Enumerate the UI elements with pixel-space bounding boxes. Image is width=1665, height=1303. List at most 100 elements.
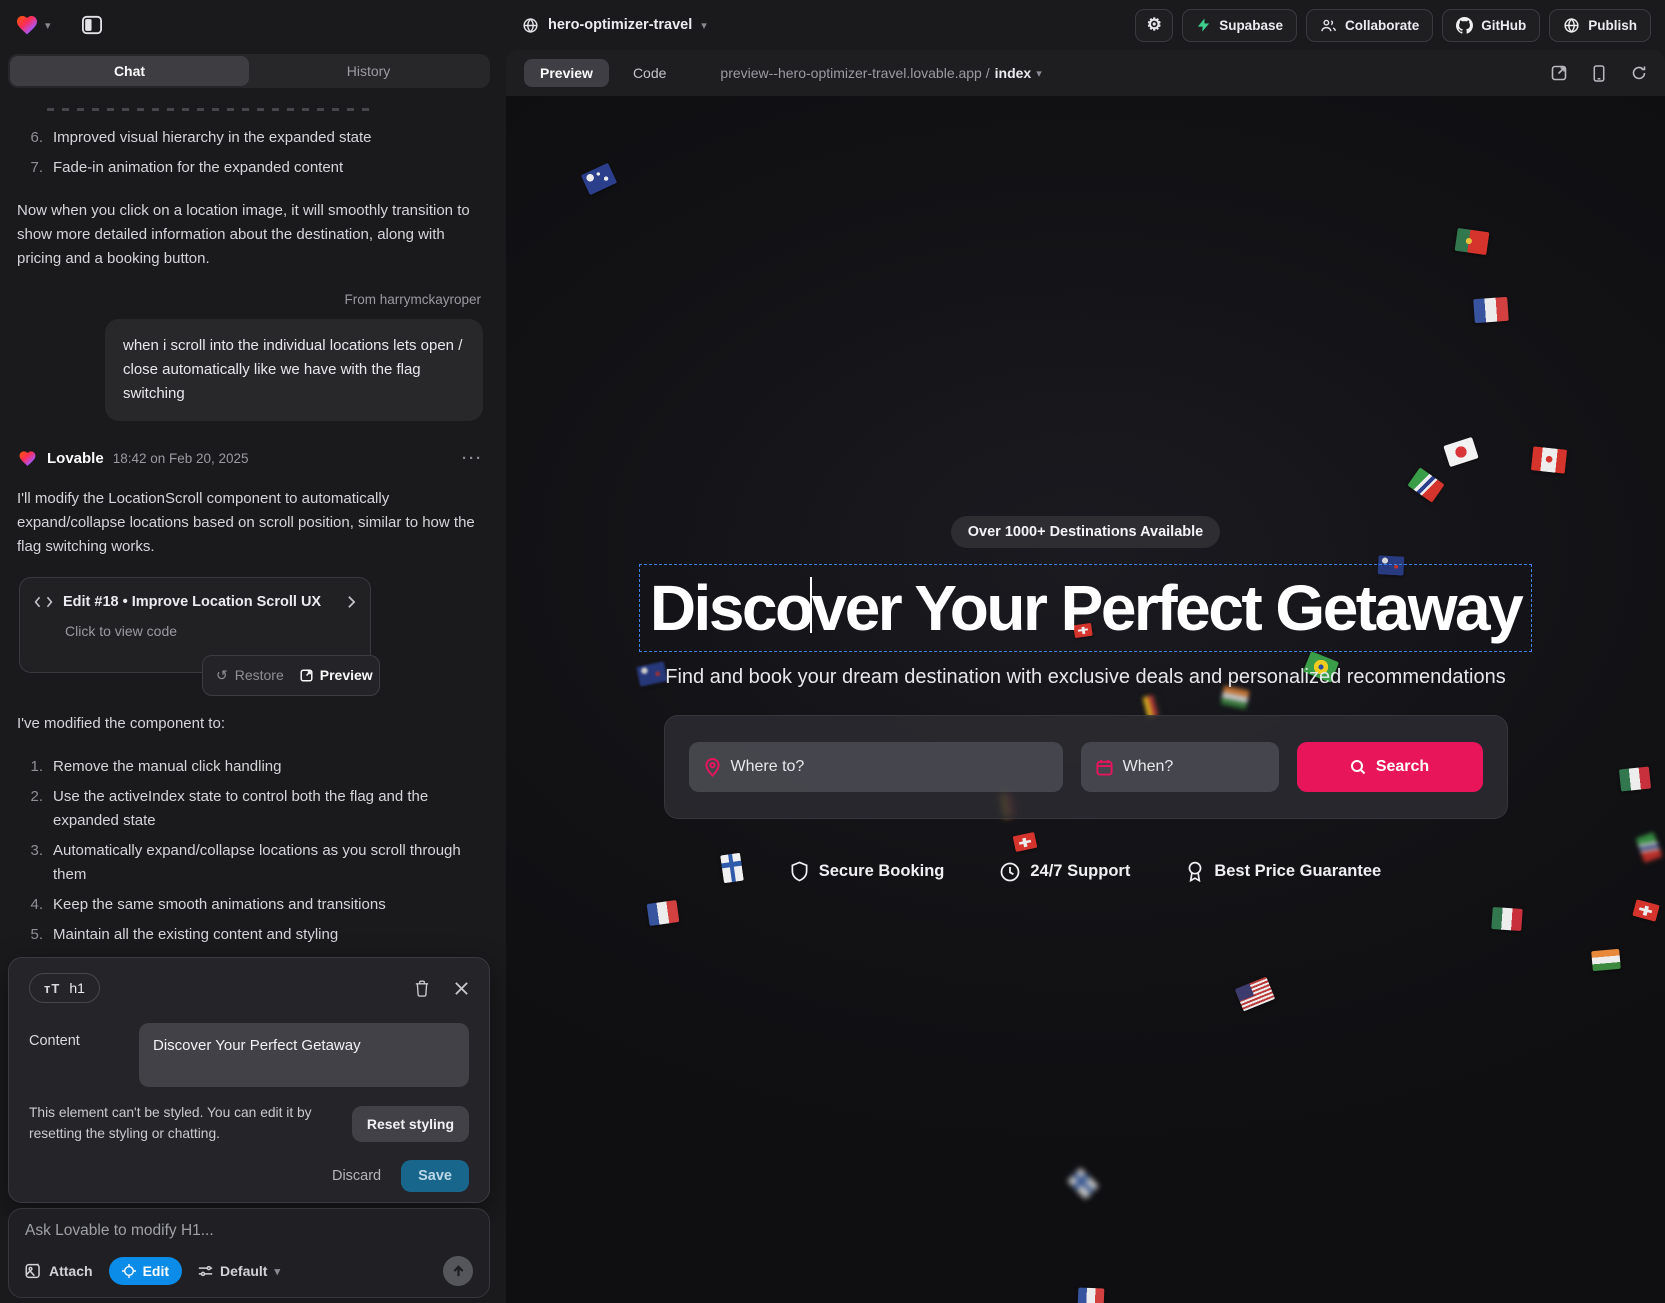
tab-preview[interactable]: Preview [524, 59, 609, 87]
app-root: ▾ hero-optimizer-travel ▾ ⚙ [0, 0, 1665, 1303]
flag-pt-icon [1455, 228, 1490, 255]
element-tag-badge: ᴛT h1 [29, 973, 100, 1003]
attach-button[interactable]: Attach [25, 1263, 93, 1279]
supabase-button[interactable]: Supabase [1182, 9, 1297, 42]
chat-input[interactable] [25, 1222, 473, 1240]
hero-section: Over 1000+ Destinations Available Discov… [506, 516, 1665, 882]
collaborate-button[interactable]: Collaborate [1306, 9, 1433, 42]
sidebar-tabs: Chat History [8, 54, 490, 88]
search-card: Where to? When? Search [664, 715, 1508, 819]
restore-button[interactable]: ↺ Restore [216, 664, 284, 686]
chevron-down-icon: ▾ [45, 19, 51, 32]
discard-button[interactable]: Discard [332, 1168, 381, 1184]
refresh-button[interactable] [1631, 65, 1647, 81]
send-button[interactable] [443, 1256, 473, 1286]
flag-ca-icon [1531, 446, 1567, 473]
settings-button[interactable]: ⚙ [1135, 9, 1173, 42]
project-switcher[interactable]: hero-optimizer-travel ▾ [522, 17, 707, 34]
publish-button[interactable]: Publish [1549, 9, 1651, 42]
chat-sidebar: Chat History 6. Improved visual hierarch… [0, 50, 500, 1303]
mode-selector[interactable]: Default ▾ [198, 1263, 280, 1279]
hero-subtitle: Find and book your dream destination wit… [665, 666, 1505, 689]
preview-viewport[interactable]: Over 1000+ Destinations Available Discov… [506, 96, 1665, 1303]
github-button[interactable]: GitHub [1442, 9, 1540, 42]
project-name: hero-optimizer-travel [548, 17, 692, 33]
when-input[interactable]: When? [1081, 742, 1279, 792]
list-item: 5. Maintain all the existing content and… [17, 920, 483, 950]
close-panel-button[interactable] [454, 981, 469, 996]
hero-title[interactable]: Discover Your Perfect Getaway [650, 571, 1521, 645]
search-button[interactable]: Search [1297, 742, 1483, 792]
chevron-down-icon: ▾ [1036, 67, 1042, 80]
url-page: index [995, 65, 1032, 81]
clipped-text-line [47, 108, 377, 111]
element-tag-name: h1 [69, 980, 85, 996]
calendar-icon [1096, 759, 1113, 776]
assistant-paragraph: I'll modify the LocationScroll component… [17, 487, 483, 559]
arrow-up-icon [452, 1265, 465, 1278]
topbar: ▾ hero-optimizer-travel ▾ ⚙ [0, 0, 1665, 50]
reset-styling-button[interactable]: Reset styling [352, 1106, 469, 1142]
preview-version-button[interactable]: Preview [300, 664, 373, 686]
styling-note: This element can't be styled. You can ed… [29, 1103, 339, 1144]
flag-mx-icon [1491, 907, 1522, 931]
edit-mode-button[interactable]: Edit [109, 1257, 182, 1285]
shield-icon [790, 861, 809, 882]
flag-in-icon [1591, 949, 1621, 971]
destinations-badge: Over 1000+ Destinations Available [951, 516, 1220, 548]
list-item: 2. Use the activeIndex state to control … [17, 782, 483, 836]
github-icon [1456, 17, 1473, 34]
sidebar-toggle-button[interactable] [75, 10, 109, 40]
tab-history[interactable]: History [249, 56, 488, 86]
message-menu-icon[interactable]: ··· [462, 447, 483, 471]
sidebar-panel-icon [81, 15, 103, 35]
chat-composer: Attach Edit Default ▾ [8, 1208, 490, 1298]
mobile-view-button[interactable] [1593, 65, 1605, 82]
restore-preview-pill: ↺ Restore Preview [202, 655, 380, 695]
lovable-logo-menu[interactable]: ▾ [14, 13, 51, 37]
restore-icon: ↺ [216, 664, 228, 686]
flag-fr-icon [1078, 1288, 1105, 1303]
message-author-label: From harrymckayroper [17, 289, 481, 311]
list-item: 1. Remove the manual click handling [17, 752, 483, 782]
save-button[interactable]: Save [401, 1160, 469, 1192]
open-in-new-tab-button[interactable] [1551, 65, 1567, 81]
feature-price-guarantee: Best Price Guarantee [1186, 861, 1381, 882]
feature-secure-booking: Secure Booking [790, 861, 945, 882]
assistant-header: Lovable 18:42 on Feb 20, 2025 ··· [17, 447, 483, 471]
content-input[interactable]: Discover Your Perfect Getaway [139, 1023, 469, 1087]
code-icon [34, 595, 53, 609]
message-timestamp: 18:42 on Feb 20, 2025 [113, 448, 249, 470]
publish-globe-icon [1563, 17, 1580, 34]
crosshair-icon [122, 1264, 136, 1278]
clock-icon [1000, 862, 1020, 882]
flag-au-icon [581, 163, 617, 196]
edit-card-title: Edit #18 • Improve Location Scroll UX [63, 591, 321, 614]
tab-chat[interactable]: Chat [10, 56, 249, 86]
typography-icon: ᴛT [44, 981, 60, 996]
user-message-bubble: when i scroll into the individual locati… [105, 319, 483, 421]
assistant-name: Lovable [47, 447, 104, 471]
globe-project-icon [522, 17, 539, 34]
element-editor-panel: ᴛT h1 Content Discover Your Perfect Geta… [8, 957, 490, 1203]
flag-jp-icon [1443, 437, 1478, 467]
location-pin-icon [704, 758, 721, 777]
preview-url[interactable]: preview--hero-optimizer-travel.lovable.a… [720, 65, 1041, 81]
list-item: 3. Automatically expand/collapse locatio… [17, 836, 483, 890]
search-icon [1350, 759, 1366, 775]
h1-selection-box[interactable]: Discover Your Perfect Getaway [639, 564, 1532, 652]
flag-fr-icon [1473, 297, 1509, 323]
tab-code[interactable]: Code [625, 59, 674, 87]
lovable-heart-icon [14, 13, 40, 37]
flag-us-icon [1235, 977, 1276, 1012]
assistant-paragraph: Now when you click on a location image, … [17, 199, 483, 271]
chevron-down-icon: ▾ [701, 19, 707, 32]
chat-scroll-area[interactable]: 6. Improved visual hierarchy in the expa… [0, 96, 500, 950]
where-to-input[interactable]: Where to? [689, 742, 1063, 792]
list-item: 4. Keep the same smooth animations and t… [17, 890, 483, 920]
delete-element-button[interactable] [414, 980, 430, 997]
award-icon [1186, 861, 1204, 882]
flag-fi-icon [1067, 1168, 1099, 1200]
flag-ch-icon [1632, 899, 1660, 922]
collaborate-people-icon [1320, 18, 1337, 33]
